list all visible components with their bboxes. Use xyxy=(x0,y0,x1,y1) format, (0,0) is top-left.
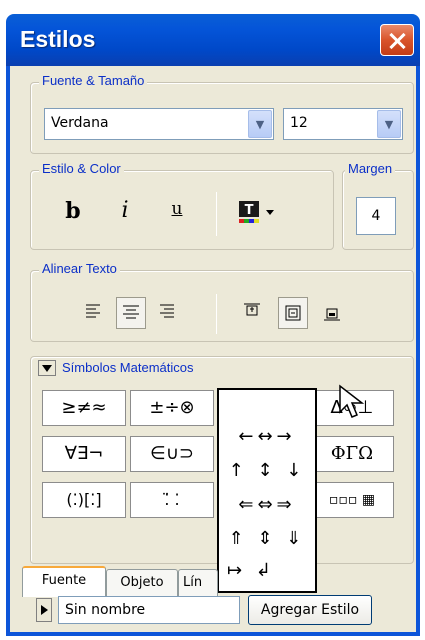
separator xyxy=(216,192,217,236)
valign-middle-icon xyxy=(285,305,301,321)
tab-fuente[interactable]: Fuente xyxy=(22,566,106,597)
symbol-brackets-button[interactable]: (⁚)[⁚] xyxy=(42,482,126,518)
bold-button[interactable]: b xyxy=(58,194,88,228)
chevron-down-icon[interactable]: ▼ xyxy=(248,110,272,138)
collapse-toggle-button[interactable] xyxy=(38,360,56,376)
size-select[interactable]: 12 ▼ xyxy=(283,108,403,140)
valign-middle-button[interactable] xyxy=(278,297,308,329)
align-group-label: Alinear Texto xyxy=(39,261,120,276)
valign-top-button[interactable] xyxy=(238,297,268,329)
symbol-sets-button[interactable]: ∈∪⊃ xyxy=(130,436,214,472)
align-left-button[interactable] xyxy=(80,297,110,329)
align-center-icon xyxy=(123,305,139,319)
palette-row[interactable]: ⇐⇔⇒ xyxy=(219,494,315,515)
text-color-button[interactable]: T xyxy=(238,200,282,226)
style-name-field[interactable]: Sin nombre xyxy=(58,596,240,624)
title-bar[interactable]: Estilos xyxy=(6,14,420,66)
text-color-icon: T xyxy=(239,201,274,223)
italic-button[interactable]: i xyxy=(110,194,140,228)
align-left-icon xyxy=(86,304,100,318)
chevron-down-icon[interactable]: ▼ xyxy=(377,110,401,138)
symbol-relations-button[interactable]: ≥≠≈ xyxy=(42,390,126,426)
svg-text:T: T xyxy=(245,203,254,218)
symbol-matrix-button[interactable]: ▫▫▫ ▦ xyxy=(310,482,394,518)
font-size-group-label: Fuente & Tamaño xyxy=(39,73,148,88)
style-color-group-label: Estilo & Color xyxy=(39,161,124,176)
valign-top-icon xyxy=(244,303,260,316)
underline-button[interactable]: u xyxy=(162,192,192,226)
symbol-operators-button[interactable]: ±÷⊗ xyxy=(130,390,214,426)
tab-objeto[interactable]: Objeto xyxy=(106,569,178,597)
palette-row[interactable]: ↦ ↲ xyxy=(219,560,315,581)
math-symbols-group-label: Símbolos Matemáticos xyxy=(62,360,194,375)
font-select[interactable]: Verdana ▼ xyxy=(44,108,274,140)
align-right-icon xyxy=(160,304,174,318)
separator xyxy=(216,294,217,334)
margin-group-label: Margen xyxy=(345,161,396,176)
tab-linea[interactable]: Lín xyxy=(178,569,218,597)
font-select-value: Verdana xyxy=(51,115,109,131)
mouse-cursor-icon xyxy=(339,384,365,418)
symbol-logic-button[interactable]: ∀∃¬ xyxy=(42,436,126,472)
palette-row[interactable]: ↑ ↕ ↓ xyxy=(219,460,315,481)
close-button[interactable] xyxy=(380,24,414,56)
valign-bottom-button[interactable] xyxy=(318,297,348,329)
styles-window: Estilos Fuente & Tamaño Verdana ▼ 12 ▼ E… xyxy=(0,0,425,640)
palette-row[interactable]: ⇑ ⇕ ⇓ xyxy=(219,528,315,549)
symbol-greek-button[interactable]: ΦΓΩ xyxy=(310,436,394,472)
align-center-button[interactable] xyxy=(116,297,146,329)
window-title: Estilos xyxy=(20,26,96,52)
symbol-scripts-button[interactable]: ⁚̈ ⁚ xyxy=(130,482,214,518)
add-style-button[interactable]: Agregar Estilo xyxy=(248,595,372,625)
margin-input[interactable]: 4 xyxy=(356,197,396,235)
size-select-value: 12 xyxy=(290,115,308,131)
expand-arrow-button[interactable] xyxy=(36,598,52,622)
align-right-button[interactable] xyxy=(152,297,182,329)
arrows-palette: ←↔→ ↑ ↕ ↓ ⇐⇔⇒ ⇑ ⇕ ⇓ ↦ ↲ xyxy=(217,388,317,593)
palette-row[interactable]: ←↔→ xyxy=(219,426,315,447)
valign-bottom-icon xyxy=(324,308,340,321)
